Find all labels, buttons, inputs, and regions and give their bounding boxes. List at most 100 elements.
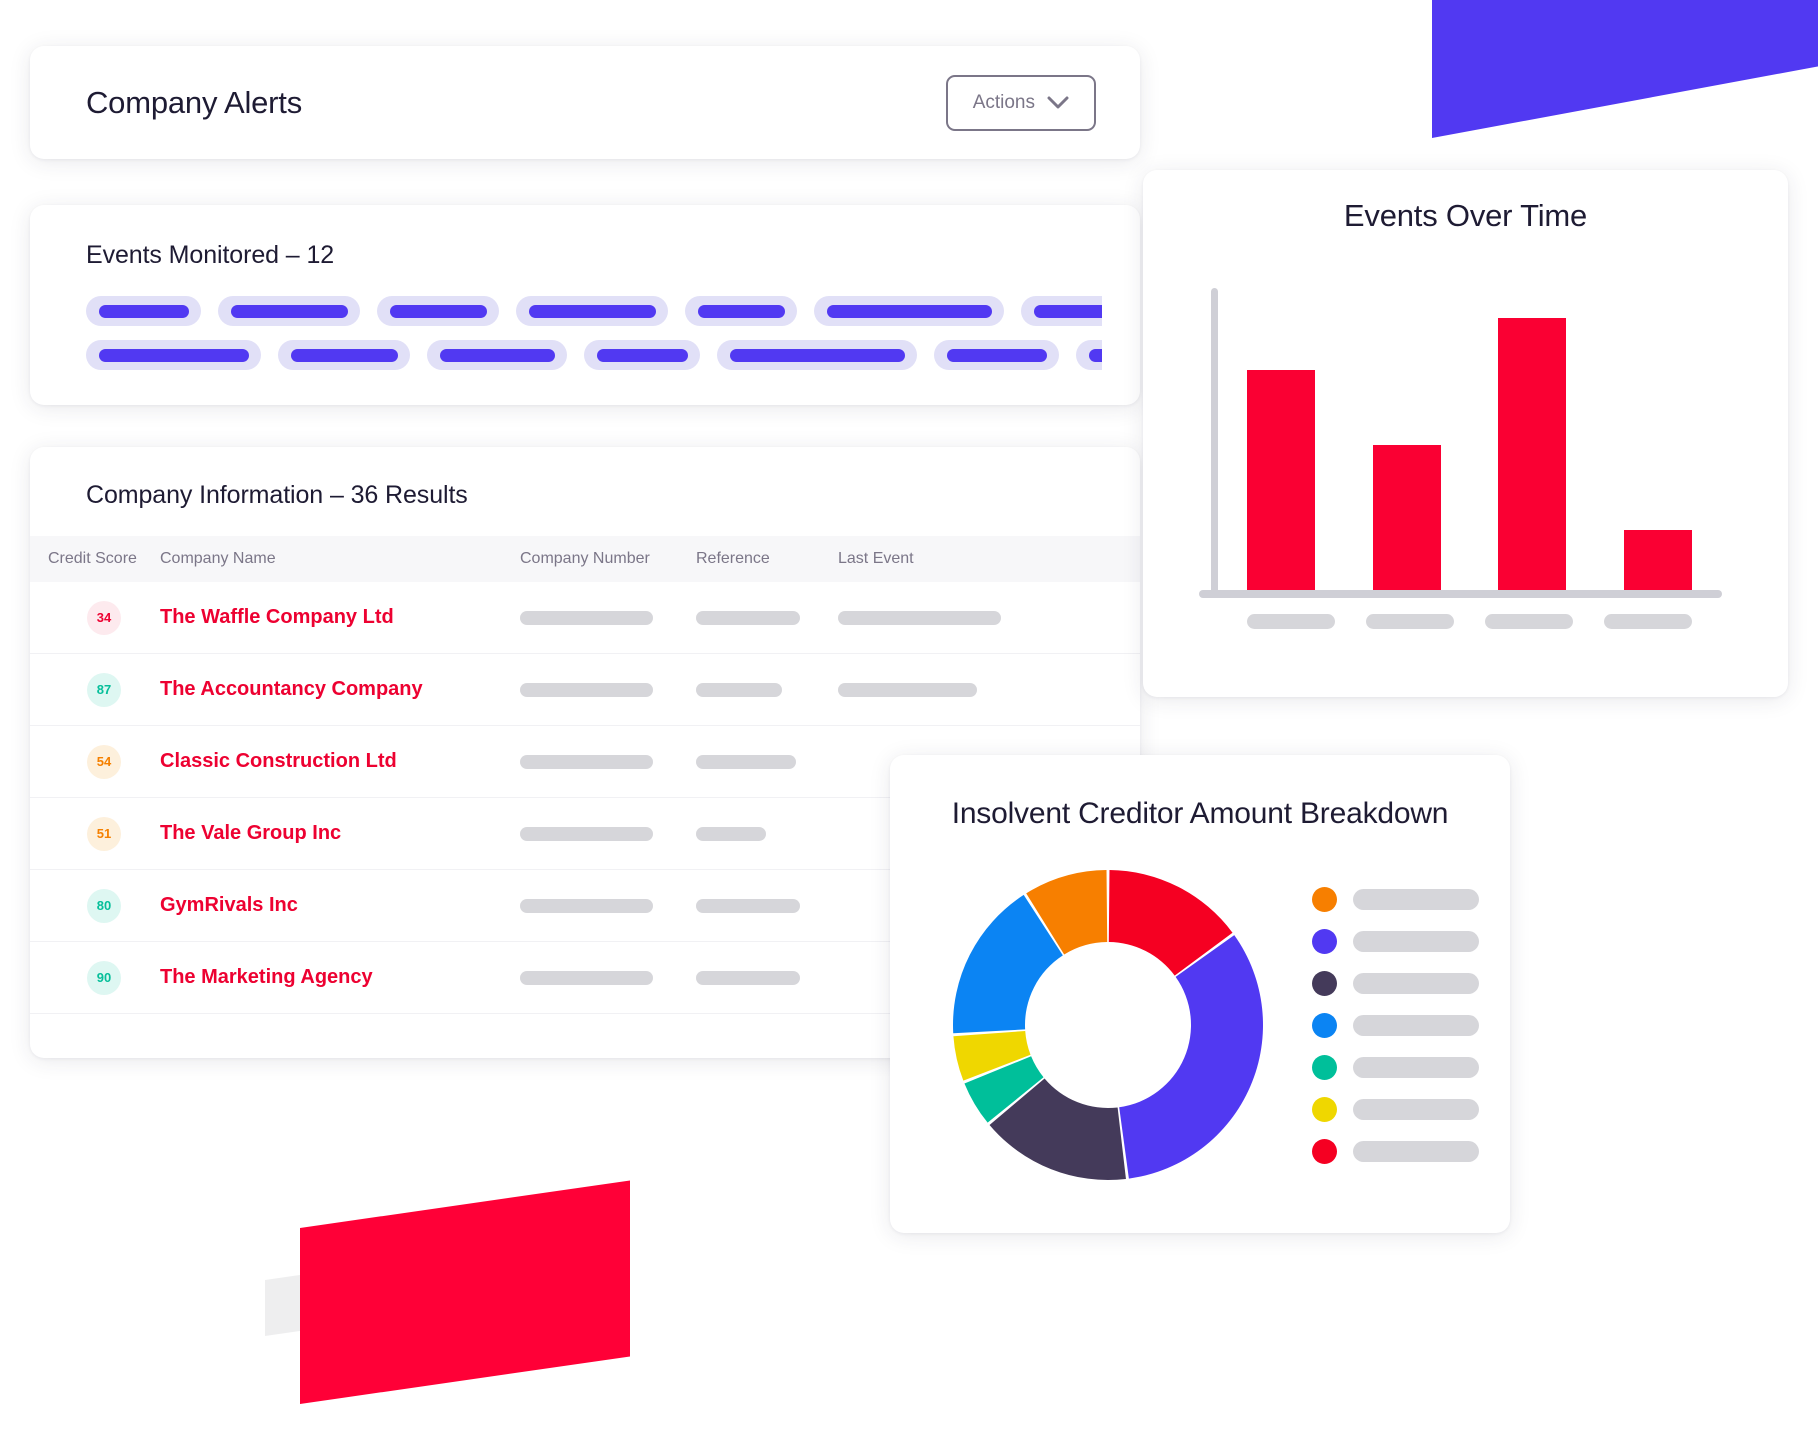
legend-color-dot: [1312, 1012, 1337, 1038]
legend-label-skeleton: [1353, 888, 1479, 910]
table-header-row: Credit Score Company Name Company Number Re…: [30, 536, 1140, 582]
table-cell-company-name: The Waffle Company Ltd: [160, 606, 520, 629]
legend-label-skeleton: [1353, 1056, 1479, 1078]
table-cell-reference: [696, 826, 838, 841]
event-pill[interactable]: [516, 296, 668, 326]
decorative-grey-shape: [265, 1250, 470, 1336]
event-pill[interactable]: [86, 296, 201, 326]
donut-chart-legend: [1312, 886, 1479, 1164]
table-cell-credit-score: 34: [30, 600, 160, 635]
cell-skeleton-bar: [696, 610, 800, 625]
cell-skeleton-bar: [520, 682, 653, 697]
credit-score-badge: 80: [87, 888, 121, 923]
table-cell-reference: [696, 754, 838, 769]
event-pill[interactable]: [427, 340, 567, 370]
event-pill-skeleton-bar: [439, 348, 555, 362]
table-cell-credit-score: 87: [30, 672, 160, 707]
table-cell-company-number: [520, 898, 696, 913]
events-monitored-card: Events Monitored – 12: [30, 205, 1140, 405]
cell-skeleton-bar: [838, 682, 977, 697]
event-pill[interactable]: [814, 296, 1004, 326]
bar-chart-bar[interactable]: [1247, 369, 1315, 590]
cell-skeleton-bar: [838, 610, 1001, 625]
credit-score-badge: 51: [87, 816, 121, 851]
event-pill-skeleton-bar: [98, 348, 249, 362]
bar-chart-x-tick-skeleton: [1366, 614, 1454, 629]
event-pill[interactable]: [934, 340, 1059, 370]
screenshot-root: Company Alerts Actions Events Monitored …: [0, 0, 1818, 1453]
event-pill[interactable]: [278, 340, 410, 370]
bar-chart-bar[interactable]: [1372, 445, 1441, 590]
insolvent-creditor-breakdown-card: Insolvent Creditor Amount Breakdown: [890, 755, 1510, 1233]
table-row[interactable]: 34 The Waffle Company Ltd: [30, 582, 1140, 654]
cell-skeleton-bar: [520, 826, 653, 841]
events-over-time-title: Events Over Time: [1343, 198, 1588, 233]
company-name-link[interactable]: Classic Construction Ltd: [160, 750, 397, 772]
table-cell-company-number: [520, 970, 696, 985]
table-cell-credit-score: 80: [30, 888, 160, 923]
donut-slice[interactable]: [1119, 935, 1263, 1179]
cell-skeleton-bar: [696, 826, 766, 841]
bar-chart-x-tick-skeleton: [1247, 614, 1335, 629]
event-pill[interactable]: [717, 340, 917, 370]
legend-item[interactable]: [1312, 928, 1479, 954]
bar-chart-x-axis: [1199, 590, 1722, 598]
bar-chart-x-tick-skeleton: [1604, 614, 1692, 629]
table-column-header[interactable]: Last Event: [838, 550, 1038, 568]
actions-button[interactable]: Actions: [945, 74, 1096, 131]
table-cell-credit-score: 90: [30, 960, 160, 995]
event-pill[interactable]: [86, 340, 261, 370]
legend-item[interactable]: [1312, 886, 1479, 912]
insolvent-creditor-breakdown-title: Insolvent Creditor Amount Breakdown: [951, 797, 1449, 830]
table-cell-company-number: [520, 826, 696, 841]
event-pill[interactable]: [685, 296, 797, 326]
company-alerts-header-card: Company Alerts Actions: [30, 46, 1140, 159]
legend-item[interactable]: [1312, 1096, 1479, 1122]
event-pill[interactable]: [377, 296, 499, 326]
table-row[interactable]: 87 The Accountancy Company: [30, 654, 1140, 726]
legend-item[interactable]: [1312, 1138, 1479, 1164]
table-column-header[interactable]: Company Name: [160, 550, 520, 568]
company-name-link[interactable]: The Accountancy Company: [160, 678, 423, 700]
event-pill-skeleton-bar: [826, 304, 992, 318]
bar-chart-x-tick-skeleton: [1485, 614, 1573, 629]
event-pill[interactable]: [1021, 296, 1102, 326]
event-pill[interactable]: [1076, 340, 1102, 370]
company-name-link[interactable]: GymRivals Inc: [160, 894, 298, 916]
table-cell-company-name: GymRivals Inc: [160, 894, 520, 917]
legend-label-skeleton: [1353, 930, 1479, 952]
event-pill-skeleton-bar: [389, 304, 487, 318]
legend-color-dot: [1312, 1096, 1337, 1122]
legend-item[interactable]: [1312, 1054, 1479, 1080]
event-pill[interactable]: [584, 340, 700, 370]
table-column-header[interactable]: Company Number: [520, 550, 696, 568]
legend-item[interactable]: [1312, 970, 1479, 996]
events-over-time-card: Events Over Time: [1143, 170, 1788, 697]
table-column-header[interactable]: Reference: [696, 550, 838, 568]
event-pill-skeleton-bar: [98, 304, 189, 318]
page-title: Company Alerts: [86, 84, 303, 120]
decorative-indigo-shape: [1432, 0, 1818, 139]
actions-button-label: Actions: [972, 91, 1035, 113]
legend-color-dot: [1312, 928, 1337, 954]
bar-chart-bar[interactable]: [1623, 529, 1692, 590]
legend-label-skeleton: [1353, 1014, 1479, 1036]
bar-chart-bar[interactable]: [1498, 318, 1567, 590]
event-pill-row: [86, 340, 1102, 370]
company-name-link[interactable]: The Vale Group Inc: [160, 822, 341, 844]
donut-chart-body: [890, 865, 1510, 1185]
cell-skeleton-bar: [696, 754, 796, 769]
legend-item[interactable]: [1312, 1012, 1479, 1038]
event-pill-skeleton-bar: [528, 304, 656, 318]
legend-label-skeleton: [1353, 1140, 1479, 1162]
company-name-link[interactable]: The Marketing Agency: [160, 966, 373, 988]
table-column-header[interactable]: Credit Score: [30, 550, 160, 568]
company-name-link[interactable]: The Waffle Company Ltd: [160, 606, 394, 628]
donut-chart: [953, 870, 1263, 1180]
event-pill[interactable]: [218, 296, 360, 326]
bar-chart-plot-area: [1199, 288, 1732, 598]
cell-skeleton-bar: [520, 754, 653, 769]
chevron-down-icon: [1047, 96, 1069, 108]
table-cell-reference: [696, 970, 838, 985]
cell-skeleton-bar: [696, 970, 800, 985]
